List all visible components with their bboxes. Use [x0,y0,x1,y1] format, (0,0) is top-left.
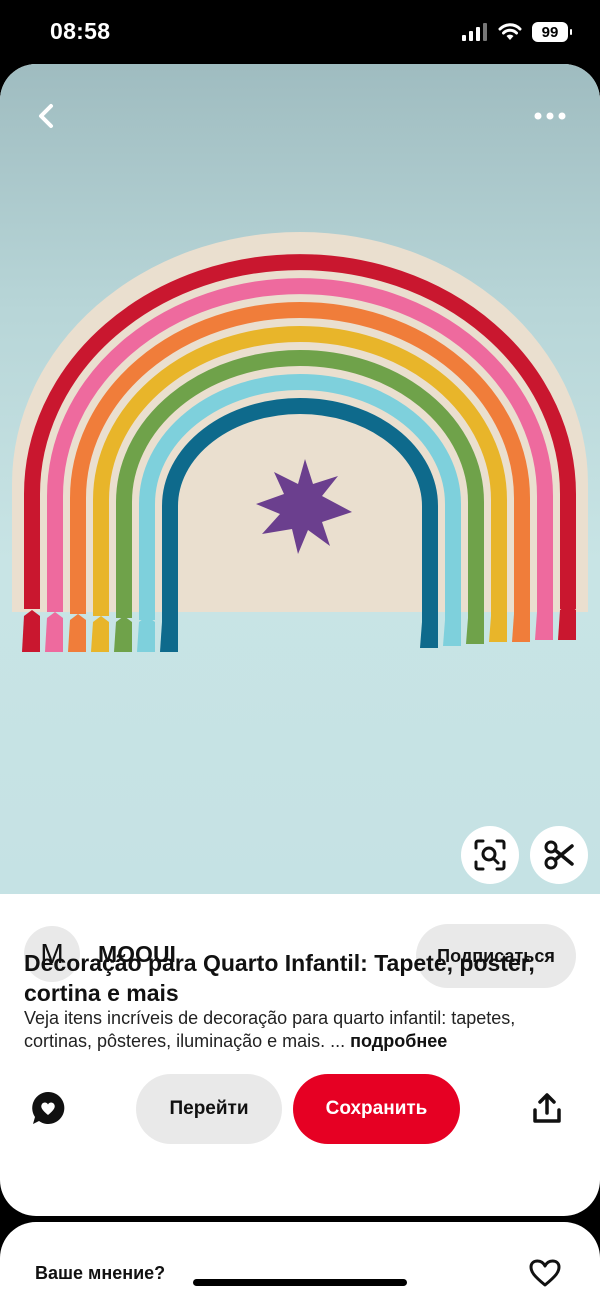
scissors-icon [544,840,574,870]
more-icon [534,112,566,120]
rainbow-rug-image [12,232,588,652]
visual-search-button[interactable] [461,826,519,884]
home-indicator [193,1279,407,1286]
action-bar: Перейти Сохранить [0,1074,600,1146]
battery-icon: 99 [532,22,572,42]
pin-image[interactable] [0,64,600,894]
signal-icon [462,23,487,41]
pin-title: Decoração para Quarto Infantil: Tapete, … [24,950,535,1006]
back-icon [39,104,53,128]
pin-description: Veja itens incríveis de decoração para q… [24,1007,576,1053]
status-icons: 99 [462,22,572,42]
share-icon [533,1093,561,1123]
status-time: 08:58 [50,18,111,44]
visit-button[interactable]: Перейти [136,1074,282,1144]
read-more-link[interactable]: подробнее [350,1031,447,1051]
wifi-icon [498,23,522,40]
back-button[interactable] [22,92,70,140]
like-button[interactable] [528,1258,562,1293]
comment-button[interactable] [30,1090,66,1131]
feedback-card: Ваше мнение? [0,1222,600,1298]
crop-button[interactable] [530,826,588,884]
save-button[interactable]: Сохранить [293,1074,460,1144]
heart-icon [529,1259,561,1287]
feedback-label: Ваше мнение? [35,1263,166,1283]
visual-search-icon [474,839,506,871]
comment-icon [32,1091,65,1124]
status-bar: 08:58 99 [0,0,600,64]
share-button[interactable] [530,1092,564,1131]
more-options-button[interactable] [526,92,574,140]
